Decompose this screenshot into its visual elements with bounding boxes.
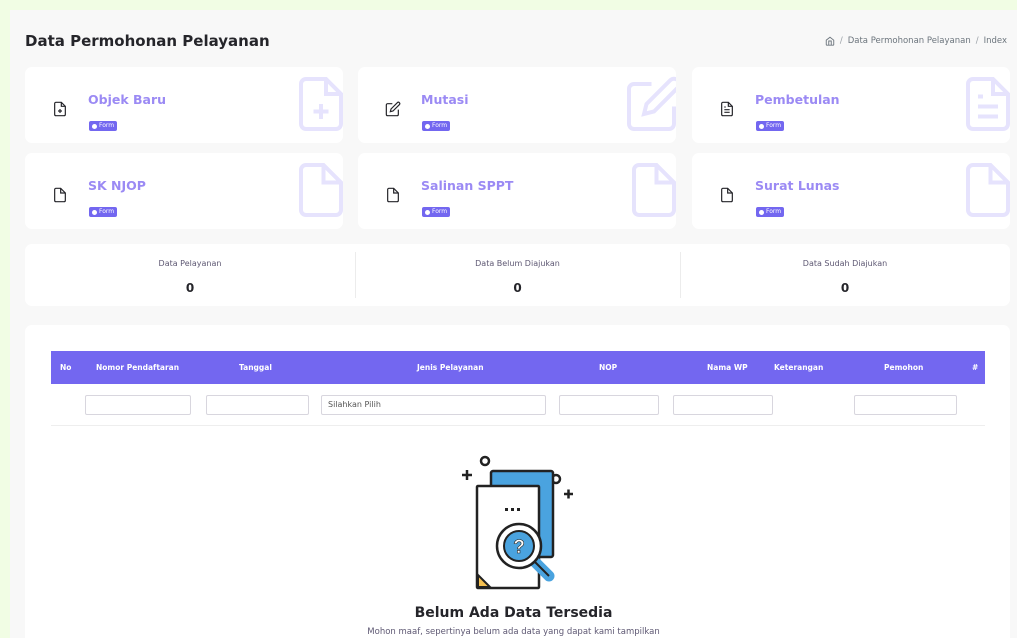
stat-label: Data Belum Diajukan: [475, 259, 560, 268]
file-icon: [54, 187, 66, 203]
page-container: Data Permohonan Pelayanan / Data Permoho…: [10, 10, 1017, 638]
circle-icon: [759, 123, 764, 129]
empty-state-message: Mohon maaf, sepertinya belum ada data ya…: [367, 627, 660, 637]
column-header-tanggal[interactable]: Tanggal: [239, 363, 272, 372]
edit-icon: [627, 76, 676, 131]
form-badge[interactable]: Form: [756, 207, 785, 217]
filter-pemohon-input[interactable]: [854, 395, 957, 415]
file-icon: [966, 163, 1010, 217]
circle-icon: [92, 123, 97, 129]
stat-data-belum-diajukan: Data Belum Diajukan 0: [355, 244, 680, 306]
filter-nop-input[interactable]: [559, 395, 659, 415]
column-header-jenis-pelayanan[interactable]: Jenis Pelayanan: [417, 363, 484, 372]
circle-icon: [92, 209, 97, 215]
service-card-surat-lunas[interactable]: Surat Lunas Form: [692, 153, 1010, 229]
file-icon: [721, 187, 733, 203]
file-plus-icon: [54, 101, 66, 117]
service-title: Objek Baru: [88, 92, 167, 107]
file-icon: [387, 187, 399, 203]
file-icon: [299, 163, 343, 217]
circle-icon: [759, 209, 764, 215]
breadcrumb: / Data Permohonan Pelayanan / Index: [825, 36, 1007, 46]
service-title: Salinan SPPT: [421, 178, 514, 193]
column-header-pemohon[interactable]: Pemohon: [884, 363, 923, 372]
page-title: Data Permohonan Pelayanan: [25, 32, 270, 50]
stat-label: Data Sudah Diajukan: [802, 259, 888, 268]
service-title: Pembetulan: [755, 92, 840, 107]
filter-row: Silahkan Pilih: [51, 384, 985, 426]
breadcrumb-separator: /: [975, 36, 979, 46]
column-header-no[interactable]: No: [60, 363, 71, 372]
file-text-icon: [966, 77, 1010, 131]
question-mark-icon: ?: [513, 537, 525, 558]
column-header-nop[interactable]: NOP: [599, 363, 617, 372]
column-header-keterangan[interactable]: Keterangan: [774, 363, 823, 372]
form-badge[interactable]: Form: [89, 207, 118, 217]
service-title: Surat Lunas: [755, 178, 840, 193]
circle-icon: [425, 123, 430, 129]
form-badge[interactable]: Form: [89, 121, 118, 131]
stat-label: Data Pelayanan: [158, 259, 222, 268]
stat-value: 0: [513, 281, 522, 295]
service-card-sk-njop[interactable]: SK NJOP Form: [25, 153, 343, 229]
service-card-pembetulan[interactable]: Pembetulan Form: [692, 67, 1010, 143]
filter-jenis-pelayanan-select[interactable]: Silahkan Pilih: [321, 395, 546, 415]
service-card-salinan-sppt[interactable]: Salinan SPPT Form: [358, 153, 676, 229]
column-header-nomor-pendaftaran[interactable]: Nomor Pendaftaran: [96, 363, 179, 372]
stat-value: 0: [840, 281, 850, 295]
circle-icon: [425, 209, 430, 215]
form-badge[interactable]: Form: [422, 121, 451, 131]
filter-tanggal-input[interactable]: [206, 395, 309, 415]
empty-search-illustration: ?: [462, 455, 573, 590]
stats-card: Data Pelayanan 0 Data Belum Diajukan 0 D…: [25, 244, 1010, 306]
breadcrumb-item-current: Index: [983, 36, 1007, 46]
file-plus-icon: [299, 77, 343, 131]
stat-value: 0: [185, 281, 195, 295]
breadcrumb-item-section[interactable]: Data Permohonan Pelayanan: [848, 36, 971, 46]
stat-data-sudah-diajukan: Data Sudah Diajukan 0: [680, 244, 1010, 306]
home-icon[interactable]: [825, 36, 835, 46]
page-header: Data Permohonan Pelayanan / Data Permoho…: [10, 10, 1017, 65]
form-badge[interactable]: Form: [422, 207, 451, 217]
stat-data-pelayanan: Data Pelayanan 0: [25, 244, 355, 306]
breadcrumb-separator: /: [839, 36, 843, 46]
empty-state-title: Belum Ada Data Tersedia: [414, 605, 613, 621]
service-title: SK NJOP: [88, 178, 146, 193]
form-badge[interactable]: Form: [756, 121, 785, 131]
service-card-mutasi[interactable]: Mutasi Form: [358, 67, 676, 143]
edit-icon: [385, 101, 401, 117]
column-header-actions: #: [972, 363, 979, 372]
file-icon: [632, 163, 676, 217]
file-text-icon: [721, 101, 733, 117]
filter-nama-wp-input[interactable]: [673, 395, 773, 415]
filter-nomor-pendaftaran-input[interactable]: [85, 395, 191, 415]
column-header-nama-wp[interactable]: Nama WP: [707, 363, 748, 372]
service-card-objek-baru[interactable]: Objek Baru Form: [25, 67, 343, 143]
service-title: Mutasi: [421, 92, 469, 107]
table-header: No Nomor Pendaftaran Tanggal Jenis Pelay…: [51, 351, 985, 384]
